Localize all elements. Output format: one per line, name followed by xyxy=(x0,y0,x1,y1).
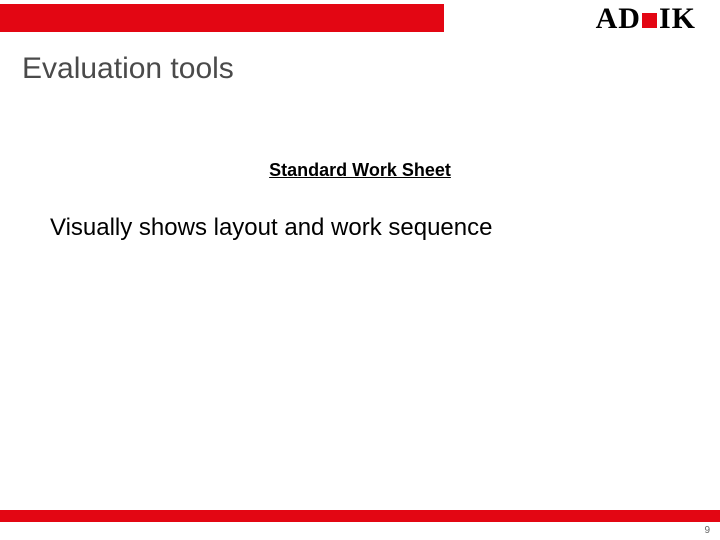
page-number: 9 xyxy=(704,525,710,536)
header-accent-bar xyxy=(0,4,444,32)
footer-accent-bar xyxy=(0,510,720,522)
logo-square-icon xyxy=(642,13,657,28)
page-title: Evaluation tools xyxy=(22,52,234,86)
logo-text-suffix: IK xyxy=(659,2,696,36)
brand-logo: AD IK xyxy=(596,2,696,36)
logo-text-prefix: AD xyxy=(596,2,641,36)
body-text: Visually shows layout and work sequence xyxy=(50,214,492,242)
section-subheading: Standard Work Sheet xyxy=(0,160,720,181)
